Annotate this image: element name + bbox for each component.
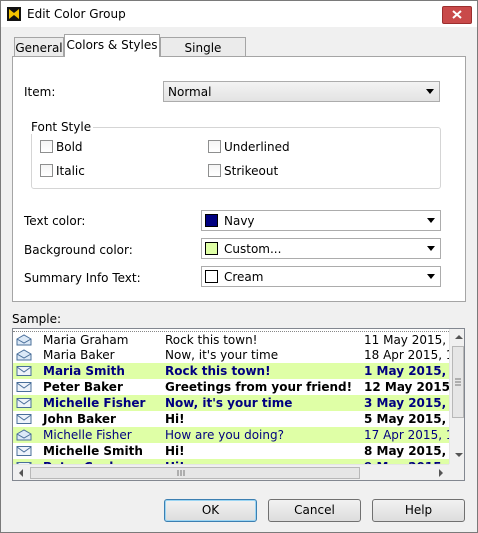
- text-color-label: Text color:: [24, 214, 86, 228]
- underlined-label: Underlined: [224, 140, 290, 154]
- list-item[interactable]: Maria Smith Rock this town! 1 May 2015, 3:: [13, 363, 449, 379]
- list-item[interactable]: Michelle Smith Hi! 8 May 2015, 6:: [13, 443, 449, 459]
- sender-name: Michelle Smith: [43, 444, 143, 458]
- text-color-dropdown[interactable]: Navy: [201, 210, 441, 231]
- subject-text: Greetings from your friend!: [165, 380, 353, 394]
- background-color-swatch: [205, 242, 218, 255]
- background-color-label: Background color:: [24, 243, 133, 257]
- date-text: 1 May 2015, 3:: [364, 364, 449, 378]
- text-color-value: Navy: [224, 214, 255, 228]
- envelope-icon: [16, 366, 32, 376]
- cancel-button[interactable]: Cancel: [268, 499, 361, 522]
- sender-name: Maria Graham: [43, 333, 129, 347]
- date-text: 11 May 2015, 1: [364, 333, 449, 347]
- edit-color-group-dialog: Edit Color Group General Colors & Styles…: [0, 0, 478, 533]
- background-color-value: Custom...: [224, 242, 282, 256]
- tab-single-column[interactable]: Single Column: [160, 37, 246, 69]
- item-dropdown[interactable]: Normal: [163, 81, 440, 102]
- summary-info-label: Summary Info Text:: [24, 271, 141, 285]
- help-button[interactable]: Help: [372, 499, 465, 522]
- list-item[interactable]: John Baker Hi! 5 May 2015, 1:: [13, 411, 449, 427]
- title-bar: Edit Color Group: [1, 1, 477, 27]
- close-icon: [452, 10, 462, 19]
- sender-name: Michelle Fisher: [43, 428, 132, 442]
- subject-text: Now, it's your time: [165, 396, 293, 410]
- italic-label: Italic: [56, 164, 85, 178]
- background-color-dropdown[interactable]: Custom...: [201, 238, 441, 259]
- sender-name: John Baker: [43, 412, 116, 426]
- tab-general[interactable]: General: [14, 37, 64, 57]
- envelope-icon: [16, 414, 32, 424]
- envelope-icon: [16, 446, 32, 456]
- date-text: 12 May 2015, 1: [364, 380, 449, 394]
- tab-colors-styles[interactable]: Colors & Styles: [64, 34, 160, 57]
- font-style-group: [31, 127, 441, 189]
- window-title: Edit Color Group: [27, 7, 126, 21]
- chevron-down-icon: [427, 218, 435, 223]
- subject-text: Hi!: [165, 412, 185, 426]
- italic-checkbox[interactable]: [40, 164, 53, 177]
- sender-name: Michelle Fisher: [43, 396, 146, 410]
- envelope-icon: [16, 382, 32, 392]
- summary-info-swatch: [205, 270, 218, 283]
- read-envelope-icon: [16, 349, 32, 361]
- list-item[interactable]: Maria Graham Rock this town! 11 May 2015, …: [13, 331, 449, 348]
- date-text: 8 May 2015, 6:: [364, 444, 449, 458]
- ok-button[interactable]: OK: [164, 499, 257, 522]
- bold-label: Bold: [56, 140, 83, 154]
- summary-info-dropdown[interactable]: Cream: [201, 266, 441, 287]
- list-item[interactable]: Peter Baker Greetings from your friend! 12…: [13, 379, 449, 395]
- subject-text: Now, it's your time: [165, 348, 279, 362]
- grip-icon: [177, 470, 185, 476]
- grip-icon: [455, 378, 461, 386]
- strikeout-label: Strikeout: [224, 164, 279, 178]
- date-text: 17 Apr 2015, 18: [364, 428, 449, 442]
- date-text: 18 Apr 2015, 17: [364, 348, 449, 362]
- item-value: Normal: [168, 85, 212, 99]
- sender-name: Peter Baker: [43, 380, 123, 394]
- sample-list[interactable]: Peter CookHi!9 May 2015, 1Michelle Smith…: [12, 328, 465, 481]
- app-icon: [7, 7, 21, 21]
- bold-checkbox[interactable]: [40, 140, 53, 153]
- scrollbar-corner: [449, 464, 464, 480]
- font-style-title: Font Style: [29, 120, 94, 134]
- horizontal-scrollbar[interactable]: [13, 464, 449, 480]
- close-button[interactable]: [442, 6, 472, 24]
- vertical-scrollbar[interactable]: [449, 329, 464, 464]
- subject-text: Hi!: [165, 444, 185, 458]
- scroll-left-icon[interactable]: [19, 469, 23, 477]
- sample-label: Sample:: [12, 312, 62, 326]
- scroll-down-icon[interactable]: [455, 453, 463, 457]
- chevron-down-icon: [426, 89, 434, 94]
- list-item[interactable]: Michelle Fisher Now, it's your time 3 May …: [13, 395, 449, 411]
- chevron-down-icon: [427, 274, 435, 279]
- sender-name: Maria Smith: [43, 364, 125, 378]
- scroll-up-icon[interactable]: [455, 335, 463, 339]
- text-color-swatch: [205, 214, 218, 227]
- date-text: 5 May 2015, 1:: [364, 412, 449, 426]
- date-text: 3 May 2015, 2:: [364, 396, 449, 410]
- underlined-checkbox[interactable]: [208, 140, 221, 153]
- scroll-right-icon[interactable]: [439, 469, 443, 477]
- horizontal-scroll-thumb[interactable]: [30, 467, 360, 479]
- vertical-scroll-thumb[interactable]: [452, 346, 464, 418]
- read-envelope-icon: [16, 334, 32, 346]
- list-item[interactable]: Michelle Fisher How are you doing? 17 Apr …: [13, 427, 449, 443]
- read-envelope-icon: [16, 429, 32, 441]
- subject-text: Rock this town!: [165, 333, 258, 347]
- sender-name: Maria Baker: [43, 348, 115, 362]
- subject-text: How are you doing?: [165, 428, 284, 442]
- summary-info-value: Cream: [224, 270, 264, 284]
- envelope-icon: [16, 398, 32, 408]
- strikeout-checkbox[interactable]: [208, 164, 221, 177]
- item-label: Item:: [24, 85, 56, 99]
- subject-text: Rock this town!: [165, 364, 271, 378]
- list-item[interactable]: Maria Baker Now, it's your time 18 Apr 201…: [13, 347, 449, 363]
- chevron-down-icon: [427, 246, 435, 251]
